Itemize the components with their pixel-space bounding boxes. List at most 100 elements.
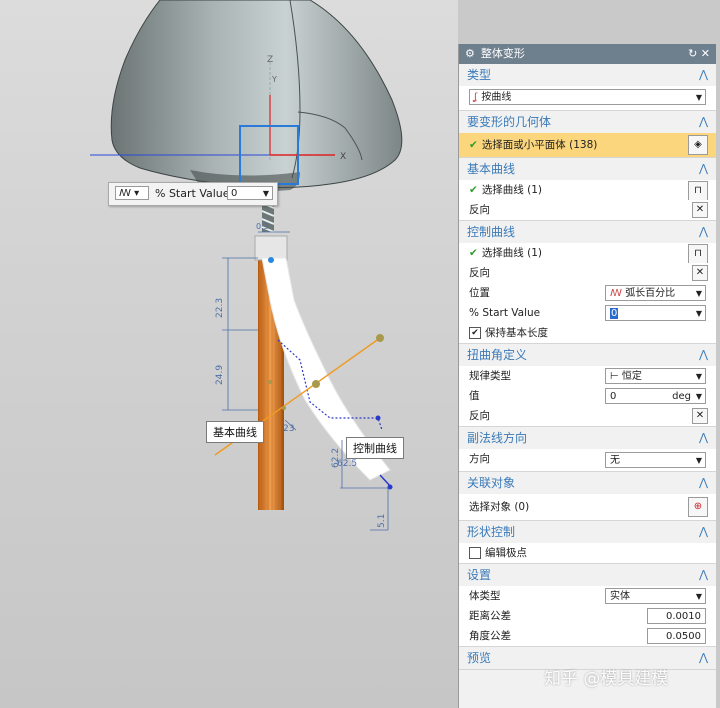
method-dropdown[interactable]: ꟿ ▾: [115, 186, 149, 200]
chevron-down-icon: ▼: [695, 289, 702, 298]
reverse-direction-icon[interactable]: ✕: [692, 265, 708, 281]
chevron-up-icon: ⋀: [698, 162, 708, 175]
chevron-down-icon: ▼: [262, 189, 269, 198]
start-value-row: % Start Value 0 ▼: [459, 303, 716, 323]
start-value-label: % Start Value: [155, 187, 230, 200]
angle-tolerance-input[interactable]: 0.0500: [647, 628, 706, 644]
section-control-curve: 控制曲线 ⋀ ✔ 选择曲线 (1) ⊓ 反向 ✕ 位置 ꟿ 弧长百分比 ▼ % Start…: [459, 221, 716, 344]
dialog-title: 整体变形: [480, 47, 525, 60]
section-type: 类型 ⋀ ʆ 按曲线 ▼: [459, 64, 716, 111]
chevron-up-icon: ⋀: [698, 476, 708, 489]
dim-d4: 23: [283, 424, 294, 434]
distance-tolerance-input[interactable]: 0.0010: [647, 608, 706, 624]
control-curve-select-row[interactable]: ✔ 选择曲线 (1) ⊓: [459, 243, 716, 264]
chevron-up-icon: ⋀: [698, 651, 708, 664]
section-binormal: 副法线方向 ⋀ 方向 无 ▼: [459, 427, 716, 472]
chevron-down-icon: ▼: [695, 372, 702, 381]
axis-z-label: Z: [267, 55, 273, 65]
keep-length-checkbox[interactable]: ✔: [469, 327, 481, 339]
dim-d1: 0.3: [256, 222, 269, 231]
base-curve-select-row[interactable]: ✔ 选择曲线 (1) ⊓: [459, 180, 716, 201]
reverse-direction-icon[interactable]: ✕: [692, 202, 708, 218]
check-icon: ✔: [469, 139, 478, 151]
start-value-float-input[interactable]: 0 ▼: [227, 186, 273, 200]
arc-length-icon: ꟿ: [610, 288, 622, 299]
reverse-direction-icon[interactable]: ✕: [692, 408, 708, 424]
titlebar-buttons[interactable]: ↻ ✕: [688, 44, 710, 64]
section-geometry: 要变形的几何体 ⋀ ✔ 选择面或小平面体 (138) ◈: [459, 111, 716, 158]
control-curve-tag: 控制曲线: [346, 437, 404, 459]
angle-tolerance-row: 角度公差 0.0500: [459, 626, 716, 646]
binormal-direction-select[interactable]: 无 ▼: [605, 452, 706, 468]
start-value-floating-toolbar: ꟿ ▾ % Start Value 0 ▼: [108, 182, 278, 206]
dim-d2: 22.3: [215, 298, 225, 318]
chevron-up-icon: ⋀: [698, 431, 708, 444]
law-type-row: 规律类型 ⊢ 恒定 ▼: [459, 366, 716, 386]
check-icon: ✔: [469, 247, 478, 259]
twist-value-row: 值 0 deg ▼: [459, 386, 716, 406]
chevron-up-icon: ⋀: [698, 348, 708, 361]
law-constant-icon: ⊢: [610, 371, 619, 382]
section-header-settings[interactable]: 设置 ⋀: [459, 564, 716, 586]
chevron-down-icon: ▼: [695, 93, 702, 102]
crosshair-icon[interactable]: ⊕: [688, 497, 708, 517]
section-associated: 关联对象 ⋀ 选择对象 (0) ⊕: [459, 472, 716, 521]
twist-reverse-row: 反向 ✕: [459, 406, 716, 426]
chevron-up-icon: ⋀: [698, 525, 708, 538]
position-select[interactable]: ꟿ 弧长百分比 ▼: [605, 285, 706, 301]
keep-length-row[interactable]: ✔ 保持基本长度: [459, 323, 716, 343]
section-header-base-curve[interactable]: 基本曲线 ⋀: [459, 158, 716, 180]
edit-poles-checkbox[interactable]: [469, 547, 481, 559]
section-header-associated[interactable]: 关联对象 ⋀: [459, 472, 716, 494]
start-value-input[interactable]: 0 ▼: [605, 305, 706, 321]
type-select[interactable]: ʆ 按曲线 ▼: [469, 89, 706, 105]
control-curve-reverse-row: 反向 ✕: [459, 263, 716, 283]
chevron-up-icon: ⋀: [698, 68, 708, 81]
section-header-twist[interactable]: 扭曲角定义 ⋀: [459, 344, 716, 366]
global-shaping-dialog: ⚙ 整体变形 ↻ ✕ 类型 ⋀ ʆ 按曲线 ▼ 要变形的几何体 ⋀ ✔ 选择面或小平面体 (…: [458, 44, 716, 708]
dim-d7: 5.1: [377, 514, 387, 528]
chevron-down-icon: ▼: [695, 592, 702, 601]
section-base-curve: 基本曲线 ⋀ ✔ 选择曲线 (1) ⊓ 反向 ✕: [459, 158, 716, 221]
chevron-up-icon: ⋀: [698, 225, 708, 238]
law-type-select[interactable]: ⊢ 恒定 ▼: [605, 368, 706, 384]
axis-y-label: Y: [271, 75, 277, 84]
bowl-body: [110, 0, 403, 189]
chevron-down-icon: ▼: [695, 392, 702, 401]
curve-select-icon[interactable]: ⊓: [688, 181, 708, 201]
chevron-down-icon: ▼: [695, 456, 702, 465]
binormal-direction-row: 方向 无 ▼: [459, 449, 716, 471]
section-header-type[interactable]: 类型 ⋀: [459, 64, 716, 86]
graphics-viewport[interactable]: X Z Y 0.3 22.3 24.9 23 62.2 62.5 5.1 ꟿ ▾…: [0, 0, 458, 708]
dialog-titlebar: ⚙ 整体变形 ↻ ✕: [459, 44, 716, 64]
chevron-up-icon: ⋀: [698, 115, 708, 128]
base-curve-tag: 基本曲线: [206, 421, 264, 443]
position-row: 位置 ꟿ 弧长百分比 ▼: [459, 283, 716, 303]
select-faces-row[interactable]: ✔ 选择面或小平面体 (138) ◈: [459, 133, 716, 157]
section-header-binormal[interactable]: 副法线方向 ⋀: [459, 427, 716, 449]
watermark: 知乎 @模具建模: [544, 669, 669, 689]
section-shape-control: 形状控制 ⋀ 编辑极点: [459, 521, 716, 564]
twist-value-input[interactable]: 0 deg ▼: [605, 388, 706, 404]
gear-icon: ⚙: [465, 47, 475, 60]
dim-d6: 62.5: [337, 459, 357, 469]
section-header-control-curve[interactable]: 控制曲线 ⋀: [459, 221, 716, 243]
chevron-up-icon: ⋀: [698, 568, 708, 581]
section-header-geometry[interactable]: 要变形的几何体 ⋀: [459, 111, 716, 133]
section-twist: 扭曲角定义 ⋀ 规律类型 ⊢ 恒定 ▼ 值 0 deg ▼ 反向 ✕: [459, 344, 716, 427]
check-icon: ✔: [469, 184, 478, 196]
body-type-row: 体类型 实体 ▼: [459, 586, 716, 606]
model-scene[interactable]: X Z Y 0.3 22.3 24.9 23 62.2 62.5 5.1: [0, 0, 458, 708]
curve-select-icon[interactable]: ⊓: [688, 244, 708, 264]
dim-d3: 24.9: [215, 365, 225, 385]
body-type-select[interactable]: 实体 ▼: [605, 588, 706, 604]
facet-body-icon[interactable]: ◈: [688, 135, 708, 155]
section-header-shape-control[interactable]: 形状控制 ⋀: [459, 521, 716, 543]
base-curve-reverse-row: 反向 ✕: [459, 200, 716, 220]
curve-icon: ʆ: [474, 92, 478, 103]
method-icon: ꟿ ▾: [119, 188, 140, 199]
associated-select-row[interactable]: 选择对象 (0) ⊕: [459, 494, 716, 520]
axis-x-label: X: [340, 152, 346, 162]
distance-tolerance-row: 距离公差 0.0010: [459, 606, 716, 626]
edit-poles-row[interactable]: 编辑极点: [459, 543, 716, 563]
